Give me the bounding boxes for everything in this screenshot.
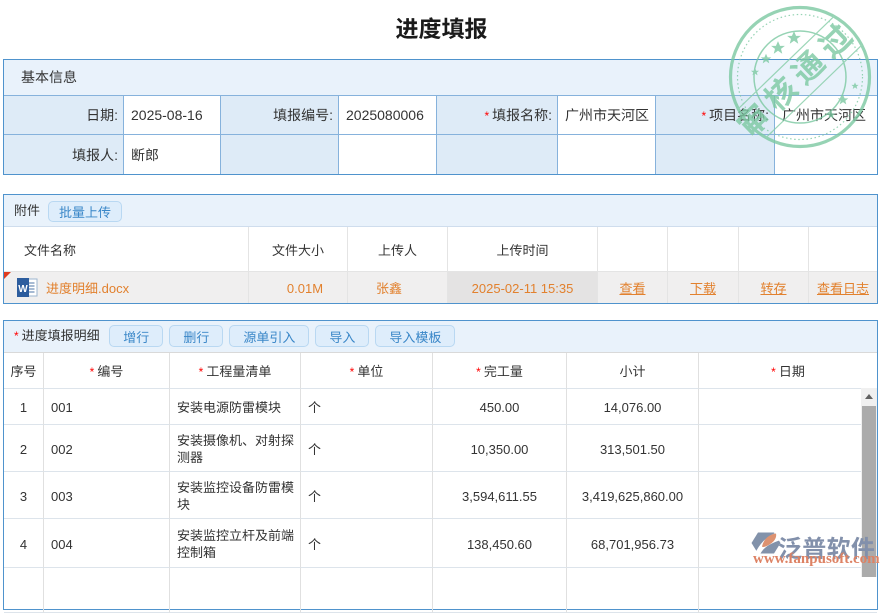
svg-text:审核通过: 审核通过 [725, 8, 866, 146]
svg-text:W: W [18, 284, 28, 295]
